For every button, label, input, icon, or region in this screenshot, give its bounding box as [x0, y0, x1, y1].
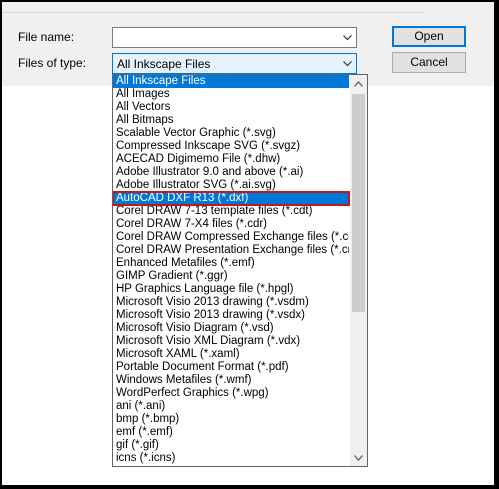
list-item[interactable]: Compressed Inkscape SVG (*.svgz): [113, 140, 349, 153]
list-item[interactable]: gif (*.gif): [113, 439, 349, 452]
file-type-options: All Inkscape Files All Images All Vector…: [113, 75, 350, 465]
list-item[interactable]: All Images: [113, 88, 349, 101]
list-item[interactable]: Corel DRAW Compressed Exchange files (*.…: [113, 231, 349, 244]
list-item[interactable]: emf (*.emf): [113, 426, 349, 439]
list-item[interactable]: Microsoft Visio Diagram (*.vsd): [113, 322, 349, 335]
list-item[interactable]: icns (*.icns): [113, 452, 349, 465]
list-item[interactable]: Enhanced Metafiles (*.emf): [113, 257, 349, 270]
list-item[interactable]: bmp (*.bmp): [113, 413, 349, 426]
divider: [2, 12, 424, 13]
file-type-dropdown-list[interactable]: All Inkscape Files All Images All Vector…: [112, 74, 368, 467]
list-item[interactable]: Corel DRAW 7-13 template files (*.cdt): [113, 205, 349, 218]
cancel-button[interactable]: Cancel: [392, 52, 466, 73]
vertical-scrollbar[interactable]: [350, 75, 367, 466]
list-item[interactable]: HP Graphics Language file (*.hpgl): [113, 283, 349, 296]
list-item[interactable]: Scalable Vector Graphic (*.svg): [113, 127, 349, 140]
file-name-combobox[interactable]: [112, 27, 357, 48]
list-item[interactable]: Microsoft Visio XML Diagram (*.vdx): [113, 335, 349, 348]
list-item[interactable]: Adobe Illustrator 9.0 and above (*.ai): [113, 166, 349, 179]
list-item[interactable]: Microsoft XAML (*.xaml): [113, 348, 349, 361]
list-item[interactable]: Corel DRAW Presentation Exchange files (…: [113, 244, 349, 257]
list-item[interactable]: Microsoft Visio 2013 drawing (*.vsdx): [113, 309, 349, 322]
files-of-type-label: Files of type:: [18, 56, 87, 70]
list-item[interactable]: ani (*.ani): [113, 400, 349, 413]
list-item[interactable]: Microsoft Visio 2013 drawing (*.vsdm): [113, 296, 349, 309]
open-button[interactable]: Open: [392, 26, 466, 47]
dialog-frame-edge: [424, 2, 494, 12]
chevron-down-icon[interactable]: [340, 28, 354, 47]
list-item[interactable]: All Inkscape Files: [113, 75, 349, 88]
scroll-down-arrow-icon[interactable]: [350, 449, 367, 466]
list-item[interactable]: Portable Document Format (*.pdf): [113, 361, 349, 374]
list-item-highlighted[interactable]: AutoCAD DXF R13 (*.dxf): [113, 191, 350, 206]
list-item[interactable]: WordPerfect Graphics (*.wpg): [113, 387, 349, 400]
list-item[interactable]: Windows Metafiles (*.wmf): [113, 374, 349, 387]
list-item[interactable]: GIMP Gradient (*.ggr): [113, 270, 349, 283]
file-name-label: File name:: [18, 30, 75, 44]
list-item[interactable]: All Bitmaps: [113, 114, 349, 127]
scrollbar-thumb[interactable]: [352, 94, 365, 312]
scroll-up-arrow-icon[interactable]: [350, 75, 367, 92]
files-of-type-combobox[interactable]: All Inkscape Files: [112, 53, 357, 74]
list-item[interactable]: ACECAD Digimemo File (*.dhw): [113, 153, 349, 166]
open-file-dialog: File name: Files of type: All Inkscape F…: [2, 2, 494, 485]
list-item[interactable]: Adobe Illustrator SVG (*.ai.svg): [113, 179, 349, 192]
list-item[interactable]: All Vectors: [113, 101, 349, 114]
chevron-down-icon[interactable]: [340, 54, 354, 73]
files-of-type-value: All Inkscape Files: [117, 57, 211, 71]
list-item[interactable]: Corel DRAW 7-X4 files (*.cdr): [113, 218, 349, 231]
